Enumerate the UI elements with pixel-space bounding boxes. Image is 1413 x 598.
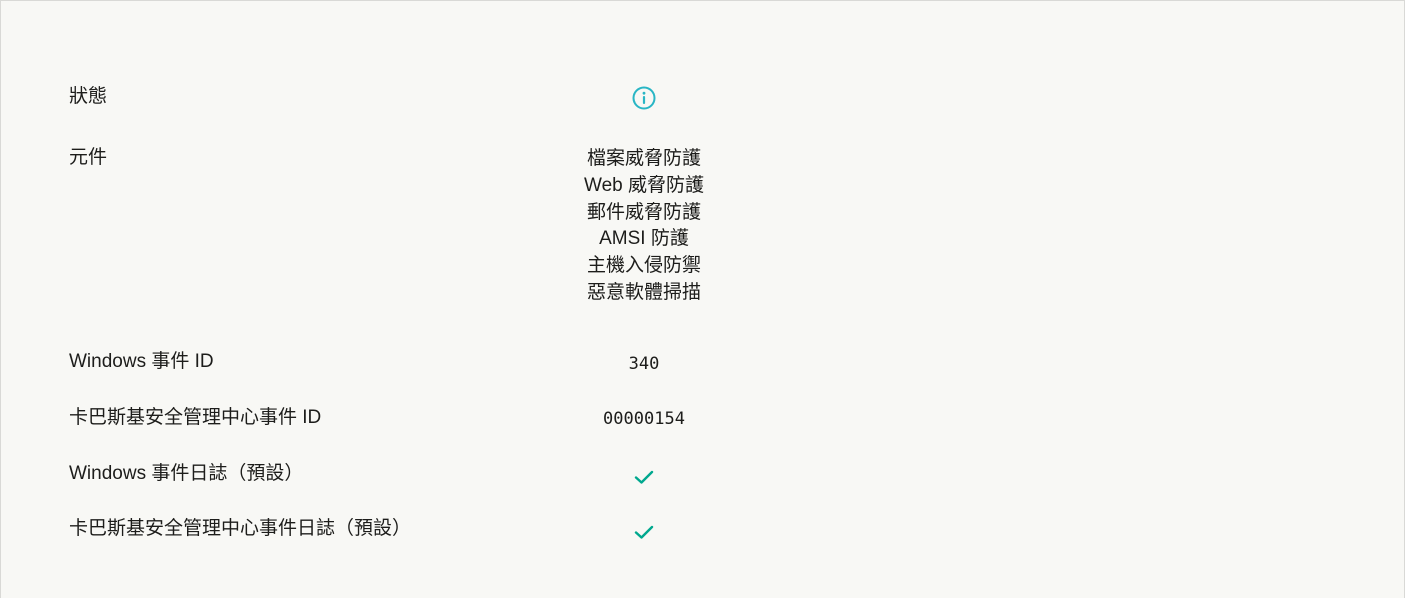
- ksc-event-id-value: 00000154: [603, 409, 685, 429]
- component-item: 惡意軟體掃描: [586, 281, 702, 303]
- checkmark-icon: [633, 523, 655, 546]
- ksc-event-id-label: 卡巴斯基安全管理中心事件 ID: [69, 407, 322, 428]
- event-details-panel: 狀態 元件 檔案威脅防護 Web 威脅防護 郵件威脅防護 AMSI 防護 主機入…: [0, 0, 1405, 598]
- windows-event-id-label: Windows 事件 ID: [69, 351, 214, 372]
- info-icon: [631, 85, 657, 116]
- ksc-event-log-label: 卡巴斯基安全管理中心事件日誌（預設）: [69, 518, 412, 539]
- component-item: Web 威脅防護: [583, 174, 705, 196]
- status-label: 狀態: [69, 86, 108, 107]
- component-item: AMSI 防護: [599, 228, 689, 250]
- windows-event-log-label: Windows 事件日誌（預設）: [69, 463, 304, 484]
- component-item: 主機入侵防禦: [586, 255, 702, 277]
- component-item: 郵件威脅防護: [586, 201, 702, 223]
- components-list: 檔案威脅防護 Web 威脅防護 郵件威脅防護 AMSI 防護 主機入侵防禦 惡意…: [584, 146, 704, 307]
- windows-event-id-value: 340: [628, 354, 660, 374]
- components-label: 元件: [69, 147, 108, 168]
- component-item: 檔案威脅防護: [586, 148, 702, 169]
- checkmark-icon: [633, 468, 655, 491]
